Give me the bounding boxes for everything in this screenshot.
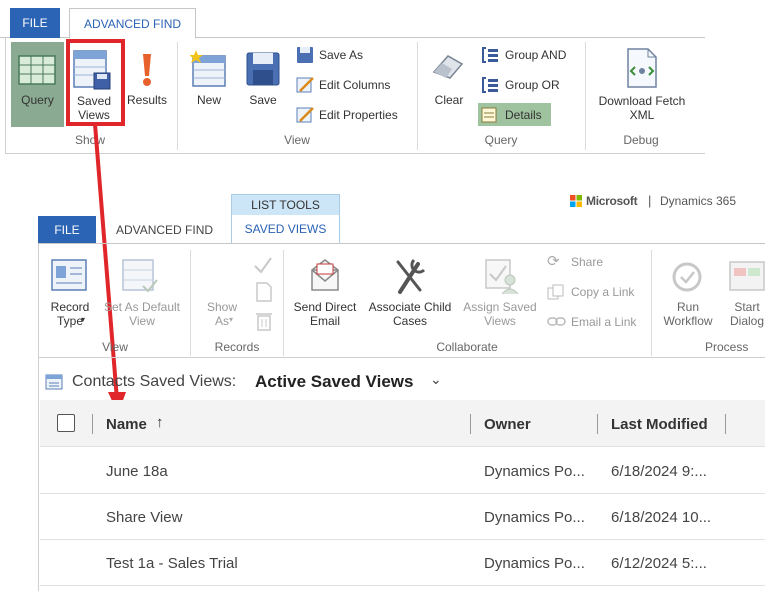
column-divider bbox=[92, 414, 93, 434]
microsoft-logo-icon bbox=[570, 195, 582, 207]
send-direct-email-button[interactable]: Send Direct Email bbox=[287, 252, 363, 334]
table-row[interactable]: Test 1a - Sales Trial Dynamics Po... 6/1… bbox=[40, 540, 765, 586]
view-header-selected: Active Saved Views bbox=[255, 372, 414, 391]
run-workflow-button[interactable]: Run Workflow bbox=[656, 252, 720, 334]
product-name: Dynamics 365 bbox=[660, 194, 737, 208]
start-dialog-button[interactable]: Start Dialog bbox=[722, 252, 765, 334]
sort-ascending-icon: ↑ bbox=[156, 414, 164, 431]
cell-name[interactable]: Test 1a - Sales Trial bbox=[106, 555, 238, 572]
assign-people-icon bbox=[485, 259, 519, 295]
associate-child-cases-button[interactable]: Associate Child Cases bbox=[364, 252, 456, 334]
cell-last-modified: 6/12/2024 5:... bbox=[611, 555, 707, 572]
microsoft-wordmark: Microsoft bbox=[586, 194, 638, 208]
column-header-name[interactable]: Name ↑ bbox=[106, 408, 466, 438]
view-list-icon bbox=[45, 374, 63, 390]
assign-saved-views-button[interactable]: Assign Saved Views bbox=[458, 252, 542, 334]
email-link-label: Email a Link bbox=[571, 315, 637, 329]
column-divider bbox=[597, 414, 598, 434]
table-row[interactable]: Share View Dynamics Po... 6/18/2024 10..… bbox=[40, 494, 765, 540]
copy-icon bbox=[547, 284, 564, 300]
associate-child-cases-label: Associate Child Cases bbox=[368, 300, 452, 328]
view-header-prefix: Contacts Saved Views: bbox=[72, 373, 237, 390]
record-type-button[interactable]: Record Type ▾ bbox=[42, 252, 98, 334]
brand-bar: Microsoft | Dynamics 365 bbox=[570, 193, 760, 209]
share-label: Share bbox=[571, 255, 604, 269]
chevron-down-icon: ▾ bbox=[81, 315, 86, 324]
start-dialog-label: Start Dialog bbox=[729, 300, 765, 328]
section-label-collaborate: Collaborate bbox=[436, 340, 498, 354]
cell-owner[interactable]: Dynamics Po... bbox=[484, 509, 585, 526]
cell-last-modified: 6/18/2024 10... bbox=[611, 509, 712, 526]
default-view-icon bbox=[122, 259, 158, 293]
show-as-label: Show As bbox=[206, 300, 238, 328]
set-default-view-label: Set As Default View bbox=[103, 300, 181, 328]
set-default-view-button[interactable]: Set As Default View bbox=[99, 252, 185, 334]
link-icon bbox=[547, 317, 566, 326]
select-all-checkbox[interactable] bbox=[57, 414, 75, 432]
cell-owner[interactable]: Dynamics Po... bbox=[484, 555, 585, 572]
brand-separator: | bbox=[648, 193, 652, 208]
tab-saved-views[interactable]: SAVED VIEWS bbox=[231, 215, 340, 244]
column-header-name-label: Name bbox=[106, 416, 147, 433]
table-row[interactable]: June 18a Dynamics Po... 6/18/2024 9:... bbox=[40, 448, 765, 494]
cell-owner[interactable]: Dynamics Po... bbox=[484, 463, 585, 480]
grid-header: Name ↑ Owner Last Modified bbox=[40, 400, 765, 447]
tab-file[interactable]: FILE bbox=[38, 216, 96, 244]
show-as-button[interactable]: Show As ▾ bbox=[196, 252, 248, 334]
cell-name[interactable]: June 18a bbox=[106, 463, 168, 480]
share-button[interactable]: ⟳ Share bbox=[547, 252, 647, 272]
checkmark-icon[interactable] bbox=[252, 254, 274, 276]
chevron-down-icon: ⌄ bbox=[430, 371, 442, 387]
left-border bbox=[38, 244, 39, 591]
record-type-label: Record Type bbox=[50, 300, 90, 328]
copy-link-label: Copy a Link bbox=[571, 285, 635, 299]
ribbon-body-line bbox=[38, 357, 765, 358]
cell-name[interactable]: Share View bbox=[106, 509, 182, 526]
column-header-owner[interactable]: Owner bbox=[484, 416, 531, 433]
context-group-list-tools: LIST TOOLS bbox=[231, 194, 340, 215]
tab-advanced-find[interactable]: ADVANCED FIND bbox=[104, 216, 225, 244]
trash-icon[interactable] bbox=[254, 310, 274, 332]
email-link-button[interactable]: Email a Link bbox=[547, 312, 647, 332]
record-card-icon bbox=[51, 259, 87, 291]
section-label-view: View bbox=[102, 340, 128, 354]
share-icon: ⟳ bbox=[547, 253, 560, 270]
assign-saved-views-label: Assign Saved Views bbox=[463, 300, 537, 328]
tab-bar-line bbox=[38, 243, 765, 244]
send-direct-email-label: Send Direct Email bbox=[293, 300, 357, 328]
column-header-last-modified[interactable]: Last Modified bbox=[611, 416, 708, 433]
cell-last-modified: 6/18/2024 9:... bbox=[611, 463, 707, 480]
run-workflow-label: Run Workflow bbox=[663, 300, 713, 328]
view-selector[interactable]: Contacts Saved Views: Active Saved Views… bbox=[45, 371, 465, 393]
chevron-down-icon: ▾ bbox=[229, 315, 234, 324]
dialog-icon bbox=[729, 261, 765, 291]
envelope-icon bbox=[311, 259, 339, 291]
divider bbox=[651, 250, 652, 356]
workflow-icon bbox=[672, 262, 702, 292]
section-label-records: Records bbox=[214, 340, 260, 354]
section-label-process: Process bbox=[705, 340, 749, 354]
column-divider bbox=[725, 414, 726, 434]
wrench-screwdriver-icon bbox=[396, 258, 426, 294]
copy-link-button[interactable]: Copy a Link bbox=[547, 282, 647, 302]
document-icon[interactable] bbox=[254, 281, 274, 303]
column-divider bbox=[470, 414, 471, 434]
